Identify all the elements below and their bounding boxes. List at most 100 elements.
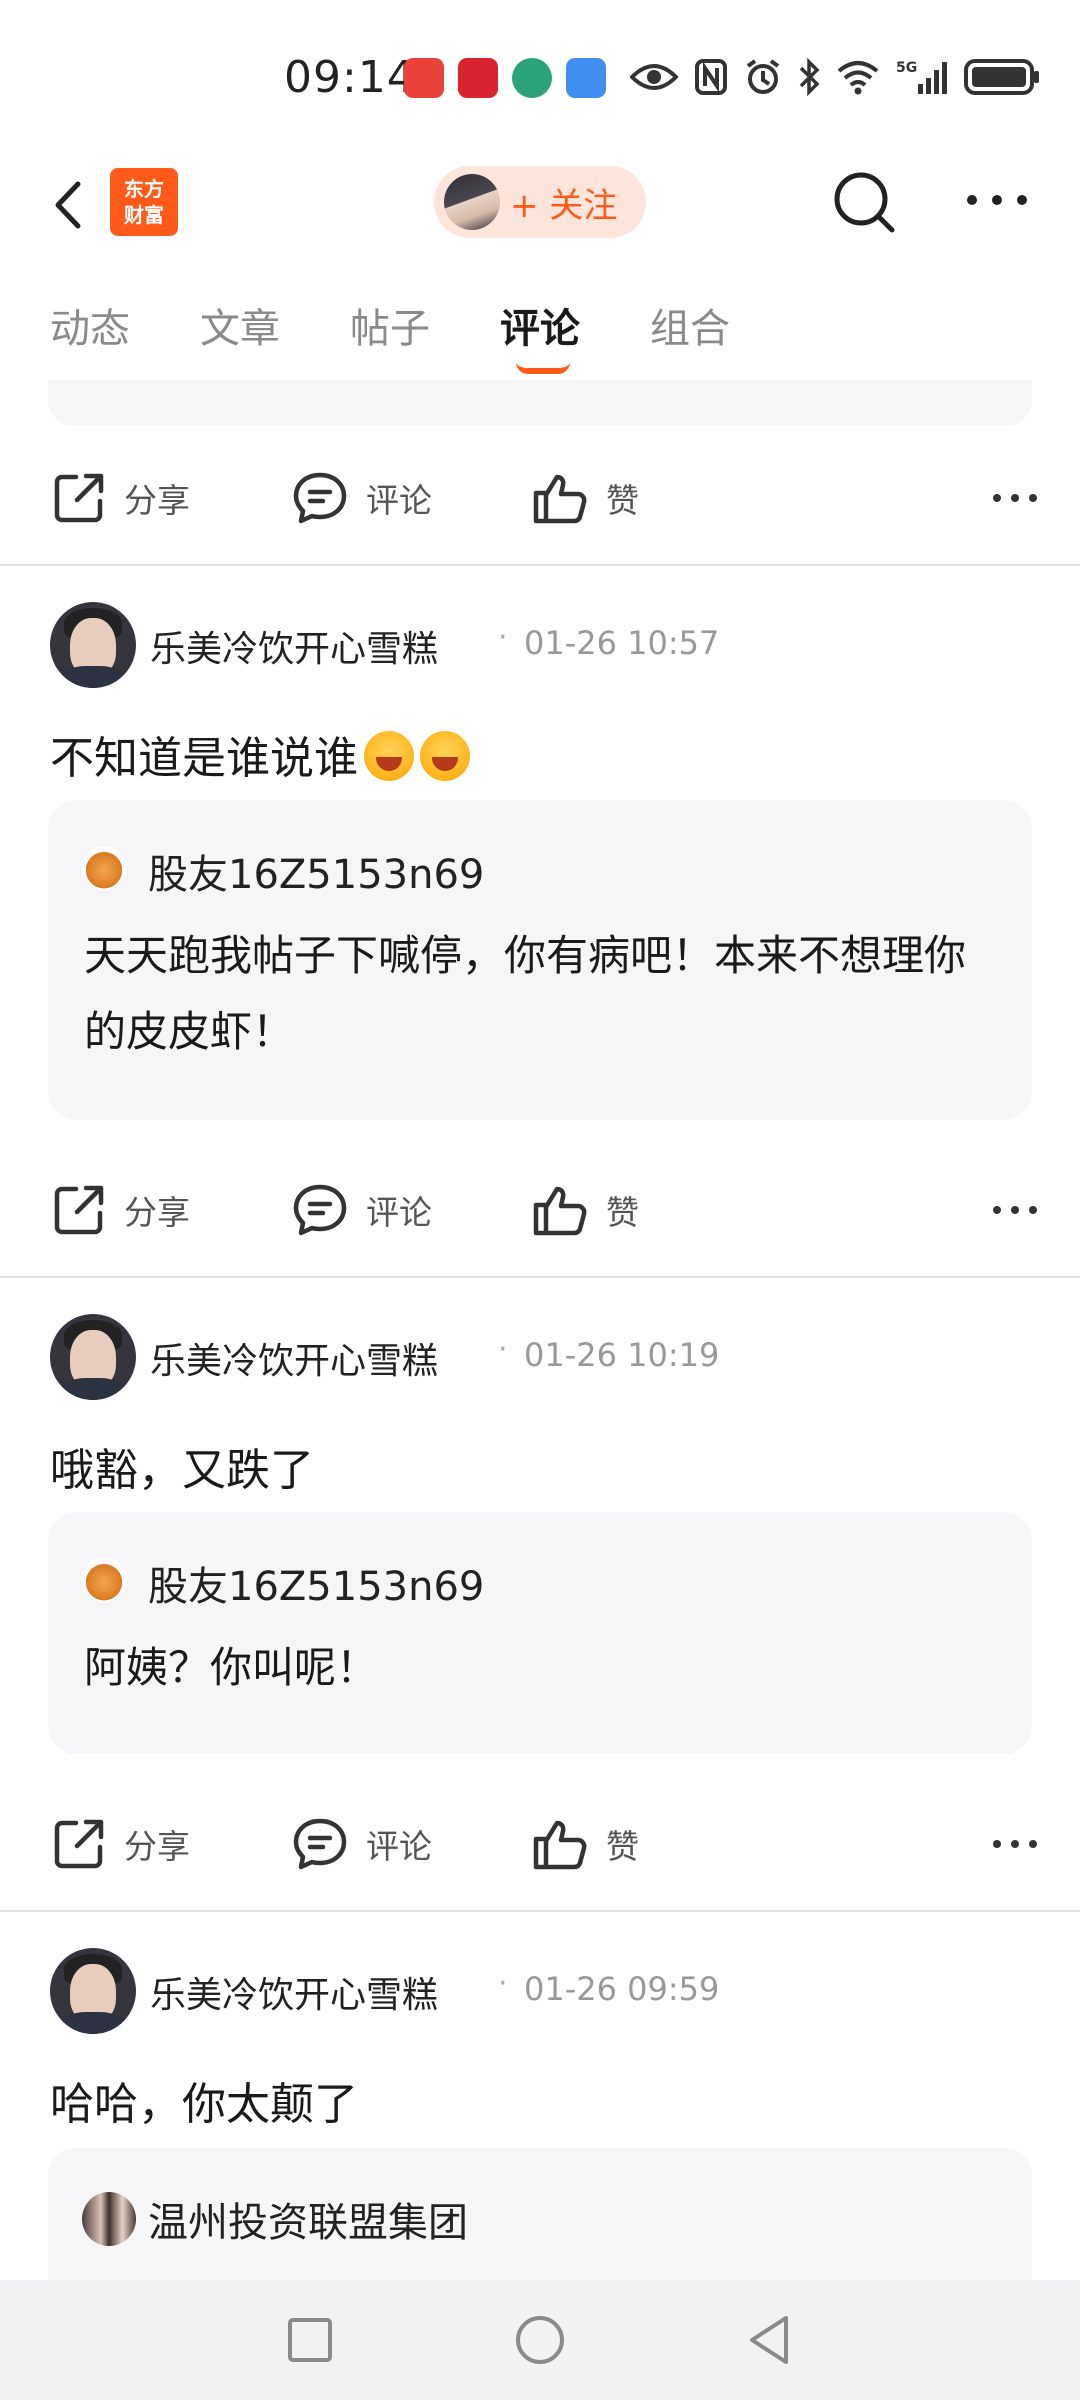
- author-name[interactable]: 乐美冷饮开心雪糕: [150, 620, 438, 672]
- home-button[interactable]: [510, 2310, 570, 2370]
- comment-icon: [293, 1184, 347, 1236]
- like-button[interactable]: 赞: [532, 458, 639, 538]
- post-action-bar: 分享 评论 赞: [0, 458, 1080, 538]
- search-icon: [834, 172, 895, 233]
- comment-label: 评论: [366, 1193, 432, 1232]
- app-logo: 东方 财富: [110, 168, 178, 236]
- thumbs-up-icon: [533, 474, 587, 524]
- post-time: 01-26 10:19: [524, 1336, 720, 1374]
- recent-apps-button[interactable]: [280, 2310, 340, 2370]
- status-app-icons: [404, 58, 606, 98]
- svg-text:5G: 5G: [896, 60, 917, 76]
- back-button[interactable]: [44, 170, 94, 240]
- quoted-author-name[interactable]: 股友16Z5153n69: [148, 842, 484, 900]
- post-text: 哈哈，你太颠了: [50, 2079, 358, 2130]
- more-horizontal-icon: [993, 494, 1037, 502]
- post-text: 不知道是谁说谁: [50, 722, 470, 786]
- divider: [0, 564, 1080, 566]
- share-icon: [54, 473, 104, 523]
- comment-button[interactable]: 评论: [292, 458, 432, 538]
- quoted-post-text: 阿姨？你叫呢！: [84, 1643, 379, 1692]
- author-name[interactable]: 乐美冷饮开心雪糕: [150, 1966, 438, 2018]
- share-label: 分享: [124, 1193, 190, 1232]
- battery-icon: [964, 59, 1039, 95]
- author-avatar[interactable]: [50, 602, 136, 688]
- like-button[interactable]: 赞: [532, 1170, 639, 1250]
- like-label: 赞: [606, 1193, 639, 1232]
- post-more-button[interactable]: [990, 1826, 1040, 1866]
- post-time: 01-26 10:57: [524, 624, 720, 662]
- quoted-post-card[interactable]: [48, 380, 1032, 426]
- more-horizontal-icon: [993, 1840, 1037, 1848]
- tab-comments[interactable]: 评论: [500, 296, 580, 354]
- laughing-emoji-icon: [420, 731, 470, 781]
- triangle-back-icon: [750, 2316, 788, 2364]
- quoted-post-card[interactable]: 股友16Z5153n69 天天跑我帖子下喊停，你有病吧！本来不想理你的皮皮虾！: [48, 800, 1032, 1120]
- quoted-post-card[interactable]: 股友16Z5153n69 阿姨？你叫呢！: [48, 1512, 1032, 1754]
- thumbs-up-icon: [533, 1186, 587, 1236]
- cellular-signal-icon: 5G: [896, 60, 947, 94]
- divider: [0, 1910, 1080, 1912]
- nfc-icon: [695, 59, 727, 95]
- post-more-button[interactable]: [990, 480, 1040, 520]
- status-bar: 09:14 5G: [0, 0, 1080, 150]
- weather-icon: [566, 58, 606, 98]
- search-button[interactable]: [830, 168, 900, 238]
- app-notification-icon: [458, 58, 498, 98]
- quoted-post-text: 天天跑我帖子下喊停，你有病吧！本来不想理你的皮皮虾！: [84, 931, 967, 1056]
- comment-button[interactable]: 评论: [292, 1804, 432, 1884]
- like-button[interactable]: 赞: [532, 1804, 639, 1884]
- comment-post[interactable]: 乐美冷饮开心雪糕 · 01-26 10:19 哦豁，又跌了 股友16Z5153n…: [0, 1314, 1080, 1754]
- comment-icon: [293, 1818, 347, 1870]
- status-time: 09:14: [284, 52, 416, 103]
- separator-dot: ·: [498, 1966, 508, 2001]
- comment-icon: [293, 472, 347, 524]
- tab-dynamics[interactable]: 动态: [50, 296, 130, 354]
- follow-button[interactable]: + 关注: [434, 166, 646, 238]
- bluetooth-icon: [799, 58, 820, 96]
- system-navigation-bar: [0, 2280, 1080, 2400]
- share-icon: [54, 1819, 104, 1869]
- share-icon: [54, 1185, 104, 1235]
- tab-portfolio[interactable]: 组合: [650, 296, 730, 354]
- comment-post[interactable]: 乐美冷饮开心雪糕 · 01-26 10:57 不知道是谁说谁 股友16Z5153…: [0, 602, 1080, 1120]
- comment-post[interactable]: 乐美冷饮开心雪糕 · 01-26 09:59 哈哈，你太颠了 温州投资联盟集团: [0, 1948, 1080, 2280]
- post-time: 01-26 09:59: [524, 1970, 720, 2008]
- share-button[interactable]: 分享: [52, 1170, 190, 1250]
- tab-posts[interactable]: 帖子: [350, 296, 430, 354]
- post-text: 哦豁，又跌了: [50, 1445, 314, 1496]
- profile-header: 东方 财富 + 关注: [0, 150, 1080, 270]
- share-label: 分享: [124, 481, 190, 520]
- quoted-author-name[interactable]: 温州投资联盟集团: [148, 2190, 468, 2248]
- circle-icon: [516, 2316, 564, 2364]
- more-horizontal-icon: [993, 1206, 1037, 1214]
- share-button[interactable]: 分享: [52, 458, 190, 538]
- tab-articles[interactable]: 文章: [200, 296, 280, 354]
- app-notification-icon: [404, 58, 444, 98]
- comment-label: 评论: [366, 481, 432, 520]
- quoted-author-avatar: [82, 1558, 126, 1602]
- quoted-post-card[interactable]: 温州投资联盟集团: [48, 2148, 1032, 2280]
- like-label: 赞: [606, 1827, 639, 1866]
- author-avatar[interactable]: [50, 1948, 136, 2034]
- share-button[interactable]: 分享: [52, 1804, 190, 1884]
- post-action-bar: 分享 评论 赞: [0, 1170, 1080, 1250]
- more-horizontal-icon: [967, 195, 1027, 205]
- quoted-author-name[interactable]: 股友16Z5153n69: [148, 1554, 484, 1612]
- active-tab-indicator: [516, 362, 570, 374]
- alarm-icon: [746, 59, 780, 94]
- post-action-bar: 分享 评论 赞: [0, 1804, 1080, 1884]
- more-options-button[interactable]: [962, 180, 1032, 220]
- divider: [0, 1276, 1080, 1278]
- square-icon: [288, 2318, 332, 2362]
- share-label: 分享: [124, 1827, 190, 1866]
- user-avatar: [444, 174, 500, 230]
- comment-label: 评论: [366, 1827, 432, 1866]
- app-notification-icon: [512, 58, 552, 98]
- author-avatar[interactable]: [50, 1314, 136, 1400]
- back-nav-button[interactable]: [740, 2310, 800, 2370]
- post-more-button[interactable]: [990, 1192, 1040, 1232]
- comment-feed: 分享 评论 赞 乐美冷饮开心雪糕 · 01-26 10:57 不知道是谁说谁 股…: [0, 380, 1080, 2280]
- author-name[interactable]: 乐美冷饮开心雪糕: [150, 1332, 438, 1384]
- comment-button[interactable]: 评论: [292, 1170, 432, 1250]
